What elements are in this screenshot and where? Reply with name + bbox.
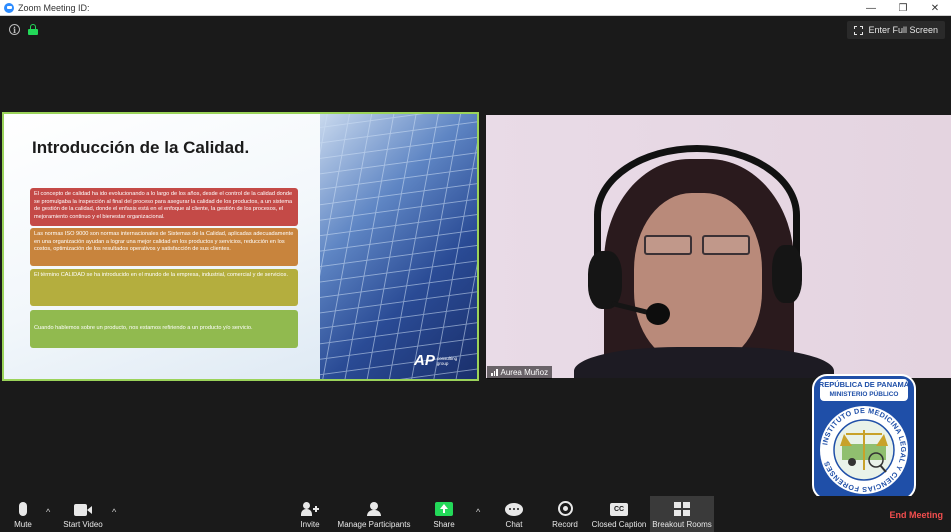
window-title: Zoom Meeting ID: xyxy=(18,2,90,13)
enter-full-screen-button[interactable]: Enter Full Screen xyxy=(847,21,945,39)
ap-consulting-logo: AP consulting group xyxy=(414,352,458,369)
share-label: Share xyxy=(433,520,455,529)
closed-caption-button[interactable]: CC Closed Caption xyxy=(590,496,648,532)
chat-button[interactable]: Chat xyxy=(500,496,528,532)
slide-box-2: Las normas ISO 9000 son normas internaci… xyxy=(30,228,298,266)
manage-participants-button[interactable]: Manage Participants xyxy=(334,496,414,532)
manage-participants-label: Manage Participants xyxy=(337,520,411,529)
slide-box-1: El concepto de calidad ha ido evoluciona… xyxy=(30,188,298,226)
share-options-caret[interactable]: ^ xyxy=(476,507,480,517)
close-button[interactable]: ✕ xyxy=(919,0,951,16)
svg-text:REPÚBLICA DE PANAMÁ: REPÚBLICA DE PANAMÁ xyxy=(819,380,910,389)
invite-button[interactable]: Invite xyxy=(296,496,324,532)
participants-icon xyxy=(364,502,384,516)
start-video-button[interactable]: Start Video xyxy=(60,496,106,532)
restore-button[interactable]: ❐ xyxy=(887,0,919,16)
shared-slide-tile[interactable]: Introducción de la Calidad. El concepto … xyxy=(2,112,479,381)
meeting-toolbar: Mute ^ Start Video ^ Invite Manage Parti… xyxy=(0,496,951,532)
share-button[interactable]: Share xyxy=(430,496,458,532)
headset xyxy=(594,145,800,285)
enter-full-screen-label: Enter Full Screen xyxy=(868,25,938,35)
institution-seal-logo: REPÚBLICA DE PANAMÁ MINISTERIO PÚBLICO I… xyxy=(812,374,916,500)
record-button[interactable]: Record xyxy=(550,496,580,532)
solar-panel-image xyxy=(320,114,477,379)
audio-options-caret[interactable]: ^ xyxy=(46,507,50,517)
participant-video-tile[interactable] xyxy=(486,115,951,378)
add-person-icon xyxy=(301,502,319,516)
video-camera-icon xyxy=(74,504,92,516)
closed-caption-icon: CC xyxy=(610,503,628,516)
video-options-caret[interactable]: ^ xyxy=(112,507,116,517)
encryption-lock-icon[interactable] xyxy=(28,24,38,35)
microphone-icon xyxy=(19,502,27,516)
mute-label: Mute xyxy=(14,520,32,529)
window-titlebar: Zoom Meeting ID: — ❐ ✕ xyxy=(0,0,951,16)
chat-label: Chat xyxy=(505,520,523,529)
record-icon xyxy=(557,501,573,516)
minimize-button[interactable]: — xyxy=(855,0,887,16)
start-video-label: Start Video xyxy=(63,520,103,529)
chat-bubble-icon xyxy=(505,503,523,516)
svg-text:MINISTERIO PÚBLICO: MINISTERIO PÚBLICO xyxy=(830,389,899,398)
participant-name: Aurea Muñoz xyxy=(500,368,549,377)
slide-box-4-text: Cuando hablemos sobre un producto, nos e… xyxy=(34,325,253,332)
window-controls: — ❐ ✕ xyxy=(855,0,951,16)
meeting-info-icon[interactable]: i xyxy=(9,24,20,35)
fullscreen-icon xyxy=(854,25,864,35)
zoom-logo-icon xyxy=(4,2,14,13)
slide-title: Introducción de la Calidad. xyxy=(32,138,250,157)
slide-box-4: Cuando hablemos sobre un producto, nos e… xyxy=(30,310,298,348)
slide-box-3: El término CALIDAD se ha introducido en … xyxy=(30,269,298,306)
slide-content-area: Introducción de la Calidad. El concepto … xyxy=(4,114,320,379)
participant-name-tag: Aurea Muñoz xyxy=(487,366,553,379)
share-screen-icon xyxy=(435,502,453,516)
record-label: Record xyxy=(552,520,578,529)
breakout-rooms-label: Breakout Rooms xyxy=(652,520,712,529)
breakout-rooms-icon xyxy=(674,502,690,516)
mute-button[interactable]: Mute xyxy=(8,496,38,532)
signal-bars-icon xyxy=(491,369,498,376)
breakout-rooms-button[interactable]: Breakout Rooms xyxy=(650,496,714,532)
end-meeting-button[interactable]: End Meeting xyxy=(890,510,944,520)
invite-label: Invite xyxy=(300,520,320,529)
closed-caption-label: Closed Caption xyxy=(591,520,647,529)
